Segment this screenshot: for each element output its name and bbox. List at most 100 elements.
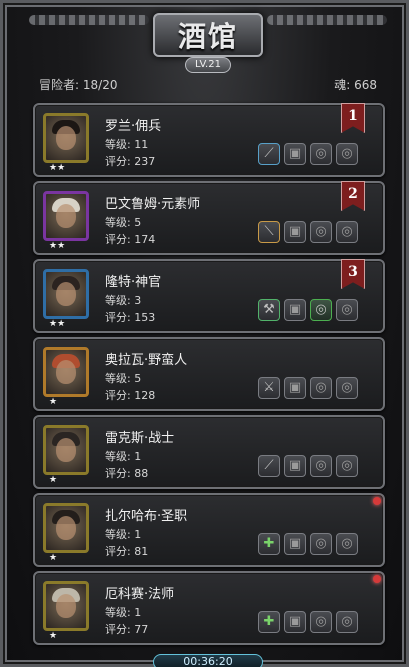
soul-label: 魂: [334, 78, 351, 92]
adventurers-count: 冒险者: 18/20 [39, 76, 117, 93]
ring-icon: ◎ [341, 458, 353, 473]
hero-name: 隆特·神官 [105, 275, 162, 290]
hero-score: 评分: 128 [105, 389, 156, 402]
hero-level: 等级: 3 [105, 294, 142, 307]
ring-slot[interactable]: ◎ [310, 143, 332, 165]
hero-name: 雷克斯·战士 [105, 431, 175, 446]
equipment-slots: ⟋ ▣ ◎ ◎ [258, 455, 358, 477]
weapon-slot[interactable]: ⟋ [258, 143, 280, 165]
armor-slot[interactable]: ▣ [284, 377, 306, 399]
hero-score: 评分: 81 [105, 545, 149, 558]
hero-score: 评分: 174 [105, 233, 156, 246]
hero-portrait[interactable] [43, 347, 89, 397]
armor-icon: ▣ [288, 458, 302, 473]
hammer-icon: ⚒ [263, 302, 275, 317]
ring-slot[interactable]: ◎ [310, 377, 332, 399]
hero-stars: ★★ [49, 163, 66, 173]
hero-name: 巴文鲁姆·元素师 [105, 197, 201, 212]
armor-slot[interactable]: ▣ [284, 299, 306, 321]
stats-bar: 冒险者: 18/20 魂: 668 [33, 76, 383, 94]
hero-stars: ★ [49, 631, 58, 641]
title-plaque: 酒馆 [153, 13, 263, 57]
ring-slot[interactable]: ◎ [310, 611, 332, 633]
hero-card[interactable]: ★ 奥拉瓦·野蛮人 等级: 5 评分: 128 ⚔ ▣ ◎ ◎ [33, 337, 385, 411]
ring-icon: ◎ [341, 224, 353, 239]
weapon-slot[interactable]: ⟋ [258, 455, 280, 477]
accessory-slot[interactable]: ◎ [336, 377, 358, 399]
ring-slot[interactable]: ◎ [310, 299, 332, 321]
soul-count: 魂: 668 [334, 76, 377, 93]
accessory-slot[interactable]: ◎ [336, 221, 358, 243]
hero-level: 等级: 5 [105, 372, 142, 385]
armor-icon: ▣ [288, 380, 302, 395]
equipment-slots: ✚ ▣ ◎ ◎ [258, 533, 358, 555]
equipment-slots: ✚ ▣ ◎ ◎ [258, 611, 358, 633]
hero-card[interactable]: ★ 雷克斯·战士 等级: 1 评分: 88 ⟋ ▣ ◎ ◎ [33, 415, 385, 489]
armor-icon: ▣ [288, 302, 302, 317]
ring-icon: ◎ [341, 380, 353, 395]
hero-portrait[interactable] [43, 269, 89, 319]
green-cross-icon: ✚ [263, 536, 275, 551]
hero-stars: ★★ [49, 241, 66, 251]
ring-slot[interactable]: ◎ [310, 533, 332, 555]
equipment-slots: ⟋ ▣ ◎ ◎ [258, 143, 358, 165]
hero-card[interactable]: ★ 厄科赛·法师 等级: 1 评分: 77 ✚ ▣ ◎ ◎ [33, 571, 385, 645]
axe-icon: ⚔ [263, 380, 275, 395]
weapon-slot[interactable]: ⚔ [258, 377, 280, 399]
hero-card[interactable]: ★★ 罗兰·佣兵 等级: 11 评分: 237 ⟋ ▣ ◎ ◎ 1 [33, 103, 385, 177]
weapon-slot[interactable]: ✚ [258, 533, 280, 555]
armor-slot[interactable]: ▣ [284, 143, 306, 165]
hero-level: 等级: 5 [105, 216, 142, 229]
weapon-slot[interactable]: ⚒ [258, 299, 280, 321]
ring-icon: ◎ [315, 302, 327, 317]
accessory-slot[interactable]: ◎ [336, 299, 358, 321]
hero-name: 扎尔哈布·圣职 [105, 509, 188, 524]
ring-slot[interactable]: ◎ [310, 455, 332, 477]
hero-card[interactable]: ★ 扎尔哈布·圣职 等级: 1 评分: 81 ✚ ▣ ◎ ◎ [33, 493, 385, 567]
hero-portrait[interactable] [43, 425, 89, 475]
accessory-slot[interactable]: ◎ [336, 455, 358, 477]
hero-portrait[interactable] [43, 503, 89, 553]
bottom-timer: 00:36:20 [153, 654, 263, 667]
ring-icon: ◎ [315, 146, 327, 161]
armor-slot[interactable]: ▣ [284, 533, 306, 555]
accessory-slot[interactable]: ◎ [336, 533, 358, 555]
adventurers-value: 18/20 [82, 78, 118, 92]
hero-card[interactable]: ★★ 巴文鲁姆·元素师 等级: 5 评分: 174 ⟍ ▣ ◎ ◎ 2 [33, 181, 385, 255]
accessory-slot[interactable]: ◎ [336, 611, 358, 633]
armor-icon: ▣ [288, 614, 302, 629]
armor-slot[interactable]: ▣ [284, 221, 306, 243]
ring-icon: ◎ [341, 536, 353, 551]
hero-name: 厄科赛·法师 [105, 587, 175, 602]
ring-icon: ◎ [315, 536, 327, 551]
hero-score: 评分: 237 [105, 155, 156, 168]
hero-level: 等级: 1 [105, 528, 142, 541]
hero-portrait[interactable] [43, 191, 89, 241]
hero-stars: ★ [49, 553, 58, 563]
hero-portrait[interactable] [43, 113, 89, 163]
level-badge: LV.21 [185, 57, 231, 73]
ring-icon: ◎ [315, 458, 327, 473]
armor-slot[interactable]: ▣ [284, 611, 306, 633]
hero-level: 等级: 1 [105, 606, 142, 619]
hero-stars: ★★ [49, 319, 66, 329]
ring-icon: ◎ [341, 302, 353, 317]
hero-score: 评分: 153 [105, 311, 156, 324]
page-title: 酒馆 [177, 20, 238, 53]
chain-decoration-right [267, 15, 387, 25]
notification-dot [373, 575, 381, 583]
ring-slot[interactable]: ◎ [310, 221, 332, 243]
accessory-slot[interactable]: ◎ [336, 143, 358, 165]
weapon-slot[interactable]: ⟍ [258, 221, 280, 243]
hero-portrait[interactable] [43, 581, 89, 631]
rank-badge: 1 [341, 103, 365, 133]
equipment-slots: ⚔ ▣ ◎ ◎ [258, 377, 358, 399]
weapon-slot[interactable]: ✚ [258, 611, 280, 633]
equipment-slots: ⟍ ▣ ◎ ◎ [258, 221, 358, 243]
armor-slot[interactable]: ▣ [284, 455, 306, 477]
adventurers-label: 冒险者: [39, 78, 80, 92]
hero-level: 等级: 11 [105, 138, 149, 151]
hero-card[interactable]: ★★ 隆特·神官 等级: 3 评分: 153 ⚒ ▣ ◎ ◎ 3 [33, 259, 385, 333]
hero-stars: ★ [49, 397, 58, 407]
notification-dot [373, 497, 381, 505]
